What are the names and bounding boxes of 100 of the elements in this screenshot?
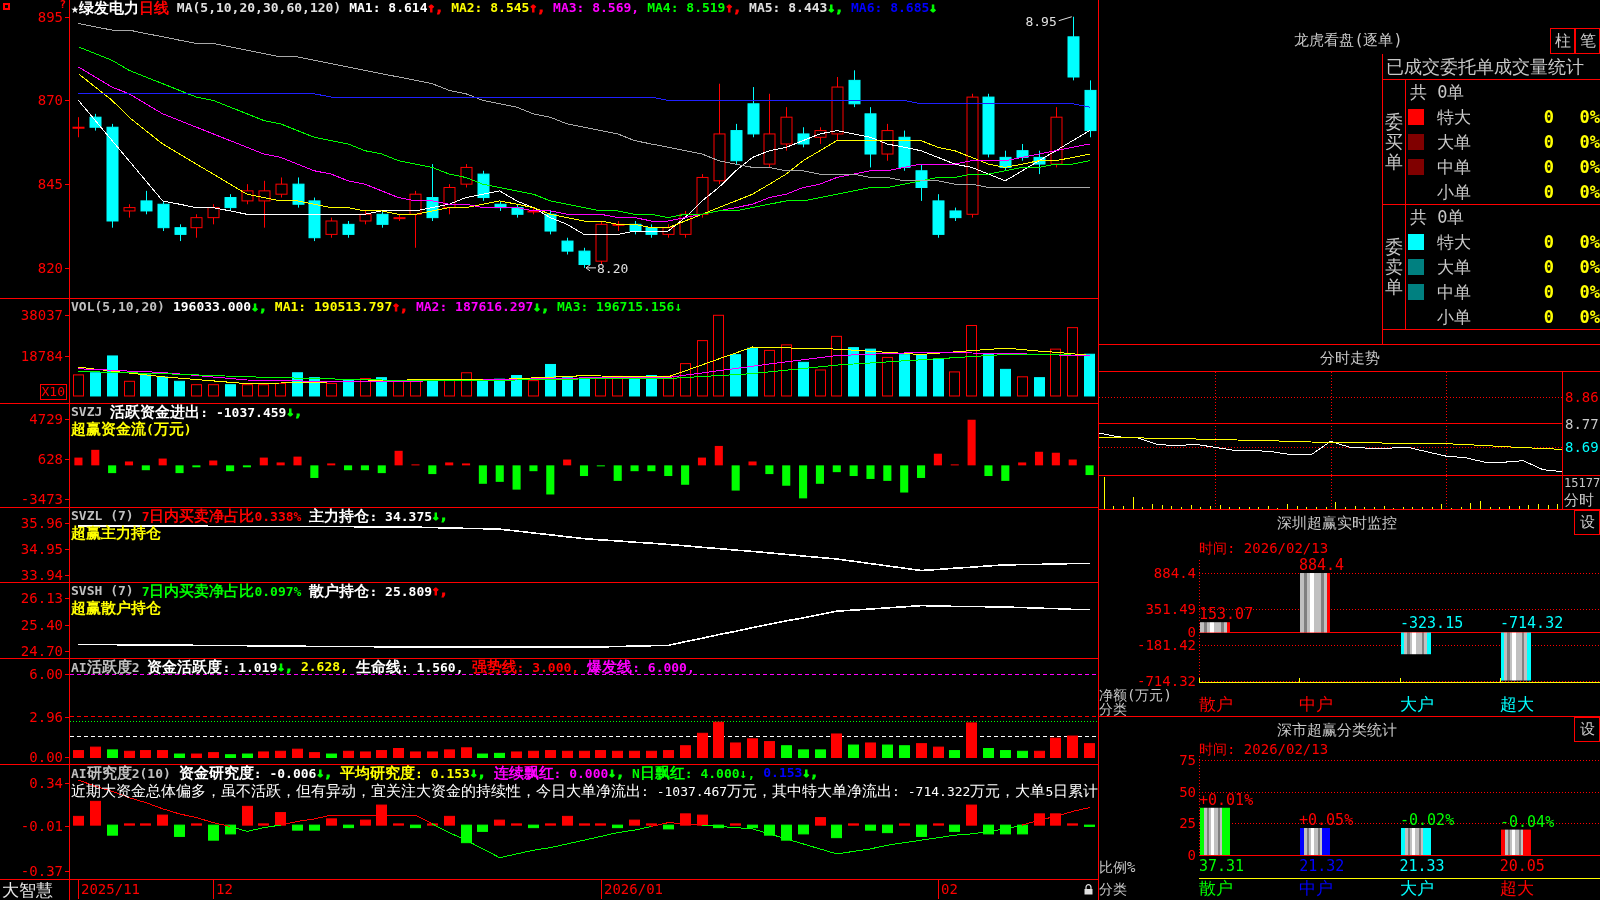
- legend-text: SVZL (7): [71, 508, 134, 525]
- trend-arrow: ↓,: [432, 508, 448, 525]
- toggle-button[interactable]: 笔: [1575, 28, 1600, 54]
- order-share: 0%: [1579, 306, 1600, 327]
- trend-arrow: ↓,: [251, 299, 267, 315]
- axis-label: 845: [37, 177, 69, 192]
- value-label: -714.32: [1500, 614, 1564, 633]
- candle: [1050, 106, 1063, 168]
- settings-button[interactable]: 设: [1574, 510, 1600, 535]
- flow-bar: [259, 457, 268, 466]
- candle: [949, 207, 962, 222]
- flow-bar: [714, 445, 723, 466]
- panel-title: 龙虎看盘(逐单): [1294, 31, 1403, 49]
- value-label: -323.15: [1400, 614, 1464, 633]
- chart-bar: [1501, 632, 1531, 681]
- brand-label: 大智慧: [2, 880, 53, 900]
- flow-bar: [276, 462, 285, 466]
- category-label: 大户: [1399, 695, 1434, 714]
- order-total: 共 0单: [1410, 82, 1465, 103]
- legend-text: ★绿发电力: [71, 0, 139, 17]
- candle: [443, 183, 456, 215]
- legend-text: 超赢资金流(万元): [71, 421, 192, 438]
- flow-bar: [866, 465, 875, 479]
- trend-arrow: ↓,: [533, 299, 549, 315]
- candle: [645, 223, 658, 239]
- trend-arrow: ↑,: [392, 299, 408, 315]
- flow-bar: [124, 461, 134, 466]
- candle: [527, 207, 540, 215]
- legend-text: 连续飘红: 0.000: [493, 765, 609, 782]
- order-count: 0: [1543, 232, 1554, 253]
- settings-button[interactable]: 设: [1574, 717, 1600, 742]
- change-label: -0.02%: [1400, 811, 1455, 829]
- legend-text: MA3: 8.569,: [553, 0, 640, 17]
- trend-arrow: ↑,: [725, 0, 742, 17]
- flow-bar: [731, 465, 740, 491]
- flow-bar: [226, 465, 235, 472]
- candle: [460, 163, 473, 188]
- candle: [207, 203, 220, 225]
- scale-label: 15177: [1564, 477, 1600, 490]
- candle: [241, 183, 254, 205]
- axis-label: 75: [1179, 753, 1196, 768]
- candle: [982, 93, 995, 158]
- value-label: 884.4: [1299, 556, 1345, 574]
- legend-text: MA3: 196715.156↓: [557, 299, 683, 315]
- axis-label: 0: [1187, 625, 1196, 640]
- flow-bar: [799, 465, 808, 499]
- flow-bar: [563, 459, 572, 466]
- order-count: 0: [1543, 281, 1554, 302]
- legend-text: MA1: 8.614: [349, 0, 428, 17]
- panel-title: 深圳超赢实时监控: [1276, 513, 1397, 532]
- panel-title: 分时走势: [1319, 349, 1380, 367]
- candle: [595, 220, 608, 265]
- axis-label: 18784: [20, 348, 69, 363]
- candle: [342, 220, 355, 239]
- candle: [72, 116, 85, 138]
- toggle-button[interactable]: 柱: [1550, 28, 1575, 54]
- candle: [864, 106, 877, 168]
- legend-text: 强势线: 3.000,: [471, 659, 580, 676]
- side-label: 委买单: [1385, 112, 1403, 172]
- legend-text: 活跃资金进出: -1037.459: [110, 404, 287, 421]
- order-total: 共 0单: [1410, 207, 1465, 228]
- flow-bar: [933, 453, 942, 466]
- axis-label: 33.94: [20, 567, 69, 582]
- flow-bar: [849, 465, 858, 477]
- axis-label: 884.4: [1153, 566, 1196, 580]
- flow-bar: [664, 465, 673, 477]
- legend-text: 资金研究度: -0.006: [178, 765, 317, 782]
- panel-title: 深市超赢分类统计: [1276, 720, 1397, 739]
- order-type-label: 大单: [1437, 132, 1471, 152]
- legend-text: 爆发线: 6.000,: [587, 659, 695, 676]
- lock-icon[interactable]: [1084, 884, 1093, 895]
- category-label: 中户: [1299, 695, 1334, 714]
- legend-text: MA2: 8.545: [451, 0, 530, 17]
- unit-badge: X10: [39, 384, 67, 400]
- category-label: 超大: [1499, 695, 1534, 714]
- date-label: 02: [938, 880, 958, 899]
- flow-bar: [900, 465, 909, 493]
- flow-bar: [310, 465, 319, 478]
- candle: [814, 126, 827, 145]
- legend-text: SVSH (7): [71, 583, 134, 600]
- candle: [89, 113, 102, 132]
- axis-label: 870: [37, 93, 69, 108]
- flow-bar: [192, 465, 201, 468]
- flow-bar: [108, 465, 117, 474]
- axis-label: 820: [37, 260, 69, 275]
- axis-label: 25: [1179, 816, 1196, 831]
- axis-label: -714.32: [1137, 673, 1196, 688]
- legend-text: SVZJ: [71, 404, 103, 421]
- order-share: 0%: [1579, 107, 1600, 128]
- trend-arrow: ↑,: [529, 0, 546, 17]
- candle: [275, 176, 288, 199]
- help-mark[interactable]: ?: [59, 0, 66, 9]
- price-label: 8.20: [585, 260, 629, 276]
- candle: [123, 203, 136, 219]
- candle: [359, 210, 372, 225]
- flow-bar: [209, 460, 218, 466]
- change-label: +0.01%: [1199, 790, 1254, 809]
- legend-text: MA2: 187616.297: [415, 299, 534, 315]
- flow-bar: [141, 465, 150, 471]
- chart-bar: [1401, 632, 1431, 655]
